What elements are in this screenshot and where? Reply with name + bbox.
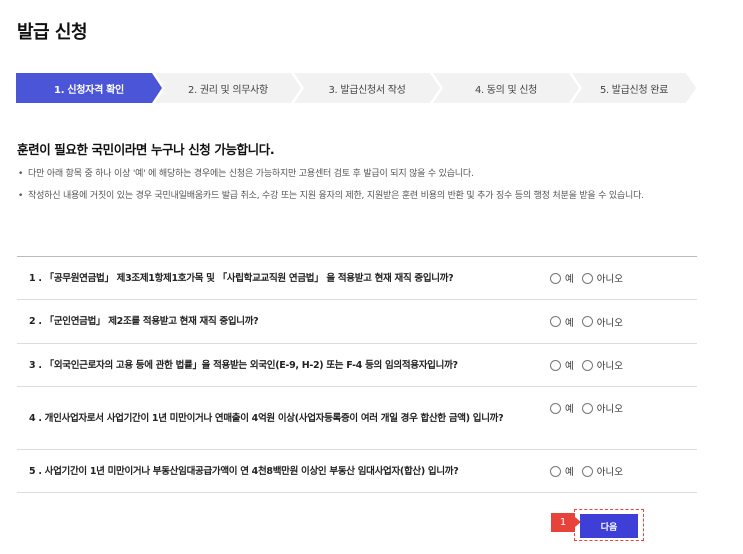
page-title: 발급 신청: [17, 22, 88, 43]
notice-item: 작성하신 내용에 거짓이 있는 경우 국민내일배움카드 발급 취소, 수강 또는…: [17, 188, 697, 205]
question-row-1: 1 . 「공무원연금법」 제3조제1항제1호가목 및 「사립학교교직원 연금법」…: [17, 257, 697, 300]
question-4-yes[interactable]: 예: [550, 401, 574, 415]
question-3-no[interactable]: 아니오: [581, 358, 623, 372]
yes-label: 예: [565, 274, 574, 285]
question-row-4: 4 . 개인사업자로서 사업기간이 1년 미만이거나 연매출이 4억원 이상(사…: [17, 387, 697, 450]
yes-label: 예: [565, 467, 574, 478]
question-2-no[interactable]: 아니오: [581, 315, 623, 329]
yes-label: 예: [565, 404, 574, 415]
no-label: 아니오: [596, 274, 623, 285]
question-1-yes[interactable]: 예: [550, 271, 574, 285]
question-row-2: 2 . 「군인연금법」 제2조를 적용받고 현재 재직 중입니까? 예 아니오: [17, 300, 697, 344]
eligibility-questions: 1 . 「공무원연금법」 제3조제1항제1호가목 및 「사립학교교직원 연금법」…: [17, 256, 697, 493]
question-5-yes[interactable]: 예: [550, 464, 574, 478]
question-row-5: 5 . 사업기간이 1년 미만이거나 부동산임대공급가액이 연 4천8백만원 이…: [17, 450, 697, 493]
radio-icon[interactable]: [550, 272, 561, 284]
step-3: 3. 발급신청서 작성: [294, 73, 440, 103]
question-4-options: 예 아니오: [550, 401, 623, 415]
question-1-no[interactable]: 아니오: [581, 271, 623, 285]
no-label: 아니오: [596, 404, 623, 415]
no-label: 아니오: [596, 467, 623, 478]
question-2-yes[interactable]: 예: [550, 315, 574, 329]
radio-icon[interactable]: [581, 359, 593, 371]
step-1-label: 1. 신청자격 확인: [54, 84, 124, 96]
step-5-label: 5. 발급신청 완료: [599, 84, 669, 96]
step-4-label: 4. 동의 및 신청: [474, 84, 538, 96]
question-5-no[interactable]: 아니오: [581, 464, 623, 478]
notice-item: 다만 아래 항목 중 하나 이상 '예' 에 해당하는 경우에는 신청은 가능하…: [17, 166, 697, 183]
step-2-label: 2. 권리 및 의무사항: [188, 84, 268, 96]
radio-icon[interactable]: [550, 465, 561, 477]
question-text-4: 4 . 개인사업자로서 사업기간이 1년 미만이거나 연매출이 4억원 이상(사…: [29, 412, 504, 424]
step-3-label: 3. 발급신청서 작성: [328, 84, 406, 96]
question-5-options: 예 아니오: [550, 464, 623, 478]
question-2-options: 예 아니오: [550, 315, 623, 329]
step-2: 2. 권리 및 의무사항: [155, 73, 301, 103]
question-text-1: 1 . 「공무원연금법」 제3조제1항제1호가목 및 「사립학교교직원 연금법」…: [29, 272, 454, 284]
next-button[interactable]: 다음: [580, 514, 638, 538]
step-progress: 1. 신청자격 확인 2. 권리 및 의무사항 3. 발급신청서 작성 4. 동…: [16, 73, 696, 103]
radio-icon[interactable]: [550, 402, 561, 414]
question-row-3: 3 . 「외국인근로자의 고용 등에 관한 법률」을 적용받는 외국인(E-9,…: [17, 344, 697, 387]
radio-icon[interactable]: [581, 272, 593, 284]
step-1: 1. 신청자격 확인: [16, 73, 162, 103]
step-marker-badge: 1: [551, 513, 581, 532]
no-label: 아니오: [596, 317, 623, 329]
question-3-options: 예 아니오: [550, 358, 623, 372]
no-label: 아니오: [596, 361, 623, 372]
yes-label: 예: [565, 361, 574, 372]
intro-title: 훈련이 필요한 국민이라면 누구나 신청 가능합니다.: [17, 142, 275, 157]
question-4-no[interactable]: 아니오: [581, 401, 623, 415]
step-4: 4. 동의 및 신청: [433, 73, 579, 103]
radio-icon[interactable]: [550, 316, 561, 327]
question-1-options: 예 아니오: [550, 271, 623, 285]
radio-icon[interactable]: [550, 359, 561, 371]
question-text-3: 3 . 「외국인근로자의 고용 등에 관한 법률」을 적용받는 외국인(E-9,…: [29, 359, 458, 371]
question-text-5: 5 . 사업기간이 1년 미만이거나 부동산임대공급가액이 연 4천8백만원 이…: [29, 465, 459, 477]
notice-list: 다만 아래 항목 중 하나 이상 '예' 에 해당하는 경우에는 신청은 가능하…: [17, 166, 697, 210]
question-3-yes[interactable]: 예: [550, 358, 574, 372]
yes-label: 예: [565, 317, 574, 329]
radio-icon[interactable]: [581, 402, 593, 414]
step-5: 5. 발급신청 완료: [572, 73, 696, 103]
radio-icon[interactable]: [581, 465, 593, 477]
question-text-2: 2 . 「군인연금법」 제2조를 적용받고 현재 재직 중입니까?: [29, 316, 259, 327]
radio-icon[interactable]: [581, 316, 593, 327]
